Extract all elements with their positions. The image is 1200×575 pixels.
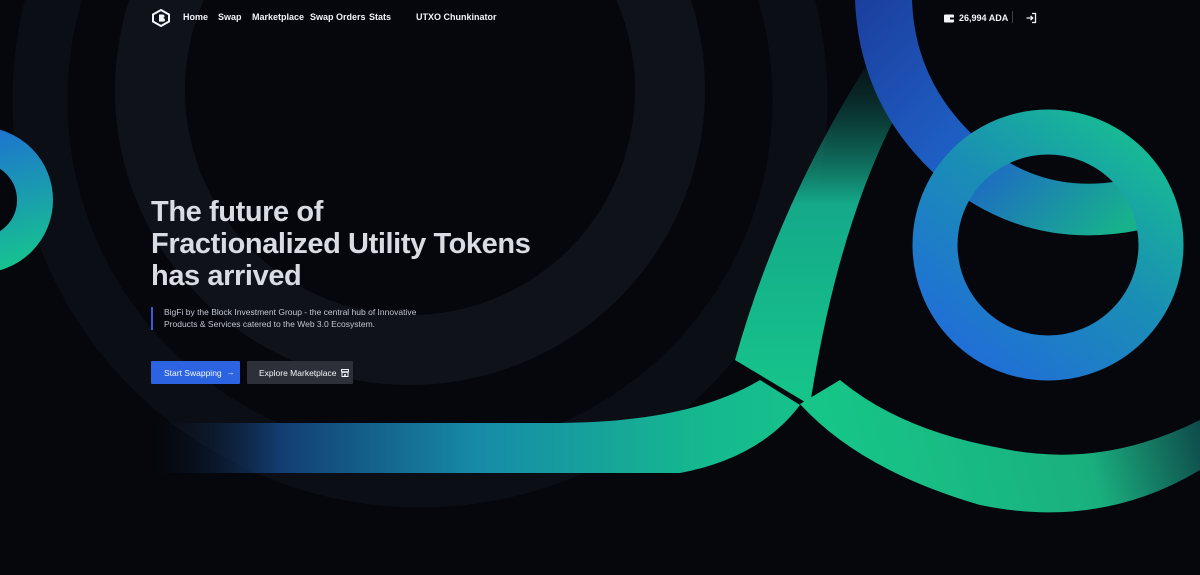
nav-swap-orders-link[interactable]: Swap Orders — [310, 12, 366, 22]
start-swapping-button[interactable]: Start Swapping → — [151, 361, 240, 384]
start-swapping-label: Start Swapping — [164, 367, 222, 378]
hero-title: The future of Fractionalized Utility Tok… — [151, 196, 531, 292]
hero-description-block: BigFi by the Block Investment Group - th… — [151, 307, 441, 330]
top-navigation: Home Swap Marketplace Swap Orders Stats … — [0, 0, 1200, 36]
wallet-icon — [944, 14, 954, 22]
nav-divider — [1012, 11, 1013, 23]
nav-marketplace-link[interactable]: Marketplace — [252, 12, 304, 22]
nav-utxo-chunkinator-link[interactable]: UTXO Chunkinator — [416, 12, 497, 22]
arrow-right-icon: → — [226, 368, 235, 377]
nav-home-link[interactable]: Home — [183, 12, 208, 22]
explore-marketplace-button[interactable]: Explore Marketplace — [247, 361, 353, 384]
bigfi-logo-icon[interactable] — [151, 9, 171, 27]
hero-description: BigFi by the Block Investment Group - th… — [164, 307, 417, 329]
nav-swap-link[interactable]: Swap — [218, 12, 242, 22]
wallet-balance: 26,994 ADA — [959, 13, 1009, 23]
hero-title-line-3: has arrived — [151, 260, 302, 292]
nav-stats-link[interactable]: Stats — [369, 12, 391, 22]
hero-title-line-2: Fractionalized Utility Tokens — [151, 228, 531, 260]
hero-title-line-1: The future of — [151, 196, 324, 228]
hero-section: The future of Fractionalized Utility Tok… — [151, 196, 531, 292]
sign-in-icon[interactable] — [1025, 12, 1037, 24]
wallet-balance-button[interactable]: 26,994 ADA — [944, 11, 1008, 25]
explore-marketplace-label: Explore Marketplace — [259, 367, 337, 378]
storefront-icon — [341, 368, 350, 377]
